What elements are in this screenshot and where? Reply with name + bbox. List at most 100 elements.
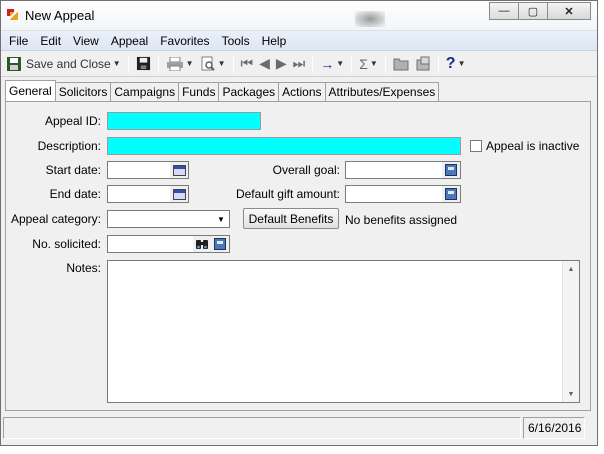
next-record-button[interactable]: ▶ (273, 53, 290, 75)
chevron-down-icon: ▼ (185, 59, 194, 68)
tab-funds[interactable]: Funds (178, 82, 220, 101)
appeal-category-select[interactable]: ▼ (107, 210, 230, 228)
menu-file[interactable]: File (3, 34, 34, 48)
help-button[interactable]: ? ▼ (443, 53, 469, 75)
start-date-calendar-button[interactable] (170, 162, 188, 178)
chevron-down-icon: ▼ (217, 59, 226, 68)
general-tab-panel: Appeal ID: Description: Appeal is inacti… (5, 101, 591, 411)
arrow-right-icon: → (320, 55, 335, 72)
appeal-inactive-checkbox[interactable] (470, 140, 482, 152)
tab-strip: General Solicitors Campaigns Funds Packa… (5, 80, 440, 101)
sum-button[interactable]: Σ ▼ (356, 53, 381, 75)
tab-packages[interactable]: Packages (218, 82, 280, 101)
end-date-input[interactable] (107, 185, 189, 203)
tab-campaigns[interactable]: Campaigns (110, 82, 180, 101)
toolbar-separator (232, 54, 234, 73)
tab-attributes-expenses[interactable]: Attributes/Expenses (324, 82, 440, 101)
print-button[interactable]: ▼ (163, 53, 197, 75)
first-record-button[interactable]: ⏮ (238, 53, 257, 75)
toolbar-separator (312, 54, 314, 73)
toolbar-separator (351, 54, 353, 73)
tab-actions[interactable]: Actions (278, 82, 326, 101)
calculator-icon (214, 238, 226, 250)
save-button[interactable] (133, 53, 154, 75)
calendar-icon (172, 164, 186, 176)
notes-scrollbar[interactable]: ▲ ▼ (562, 261, 579, 402)
blurred-region (355, 11, 385, 27)
properties-button[interactable] (412, 53, 434, 75)
toolbar-separator (157, 54, 159, 73)
description-input[interactable] (107, 137, 461, 155)
notes-textarea[interactable]: ▲ ▼ (107, 260, 580, 403)
calculator-icon (445, 164, 457, 176)
no-solicited-label: No. solicited: (32, 237, 101, 251)
next-record-icon: ▶ (275, 55, 287, 71)
window-title: New Appeal (25, 8, 95, 23)
maximize-button[interactable]: ▢ (518, 2, 548, 20)
toolbar-separator (384, 54, 386, 73)
help-icon: ? (445, 54, 456, 72)
chevron-down-icon: ▼ (457, 59, 466, 68)
previous-record-button[interactable]: ◀ (256, 53, 273, 75)
menu-favorites[interactable]: Favorites (154, 34, 215, 48)
app-logo-icon (7, 9, 18, 20)
status-message-panel (3, 417, 521, 439)
calendar-icon (172, 188, 186, 200)
appeal-category-label: Appeal category: (10, 212, 101, 226)
toolbar-separator (127, 54, 129, 73)
menu-help[interactable]: Help (256, 34, 293, 48)
chevron-down-icon: ▼ (369, 59, 378, 68)
appeal-id-label: Appeal ID: (44, 114, 101, 128)
save-close-icon (7, 56, 21, 71)
overall-goal-calculator-button[interactable] (442, 162, 460, 178)
description-label: Description: (37, 139, 101, 153)
last-record-button[interactable]: ⏭ (290, 53, 309, 75)
toolbar-separator (437, 54, 439, 73)
close-button[interactable]: ✕ (547, 2, 591, 20)
no-solicited-lookup-button[interactable] (193, 236, 211, 252)
last-record-icon: ⏭ (292, 55, 306, 71)
menu-appeal[interactable]: Appeal (105, 34, 154, 48)
scroll-up-icon[interactable]: ▲ (563, 261, 579, 277)
binoculars-icon (196, 240, 208, 249)
start-date-label: Start date: (45, 163, 101, 177)
first-record-icon: ⏮ (240, 55, 254, 71)
chevron-down-icon: ▼ (112, 59, 121, 68)
sigma-icon: Σ (359, 55, 368, 72)
no-solicited-calculator-button[interactable] (211, 236, 229, 252)
folder-button[interactable] (390, 53, 412, 75)
end-date-label: End date: (49, 187, 101, 201)
end-date-calendar-button[interactable] (170, 186, 188, 202)
calculator-icon (445, 188, 457, 200)
chevron-down-icon[interactable]: ▼ (213, 211, 229, 227)
save-and-close-button[interactable]: Save and Close ▼ (3, 53, 124, 75)
save-and-close-label: Save and Close (26, 56, 111, 71)
default-benefits-button[interactable]: Default Benefits (243, 208, 339, 229)
notes-label: Notes: (66, 261, 101, 275)
start-date-input[interactable] (107, 161, 189, 179)
status-date: 6/16/2016 (523, 417, 585, 439)
print-preview-button[interactable]: ▼ (197, 53, 229, 75)
floppy-disk-icon (136, 56, 150, 71)
menu-view[interactable]: View (67, 34, 105, 48)
tab-solicitors[interactable]: Solicitors (54, 82, 112, 101)
title-bar: New Appeal — ▢ ✕ (1, 1, 597, 31)
menu-edit[interactable]: Edit (34, 34, 67, 48)
properties-icon (416, 56, 430, 70)
status-bar: 6/16/2016 (3, 417, 595, 439)
default-gift-amount-label: Default gift amount: (235, 187, 340, 201)
no-solicited-input[interactable] (107, 235, 230, 253)
menu-tools[interactable]: Tools (216, 34, 256, 48)
print-preview-icon (201, 56, 215, 71)
overall-goal-label: Overall goal: (272, 163, 340, 177)
default-gift-amount-input[interactable] (345, 185, 461, 203)
tab-general[interactable]: General (5, 80, 56, 101)
default-gift-calculator-button[interactable] (442, 186, 460, 202)
appeal-id-input[interactable] (107, 112, 261, 130)
minimize-button[interactable]: — (489, 2, 519, 20)
go-to-button[interactable]: → ▼ (317, 53, 347, 75)
chevron-down-icon: ▼ (336, 59, 345, 68)
overall-goal-input[interactable] (345, 161, 461, 179)
appeal-window: New Appeal — ▢ ✕ File Edit View Appeal F… (0, 0, 598, 446)
scroll-down-icon[interactable]: ▼ (563, 386, 579, 402)
